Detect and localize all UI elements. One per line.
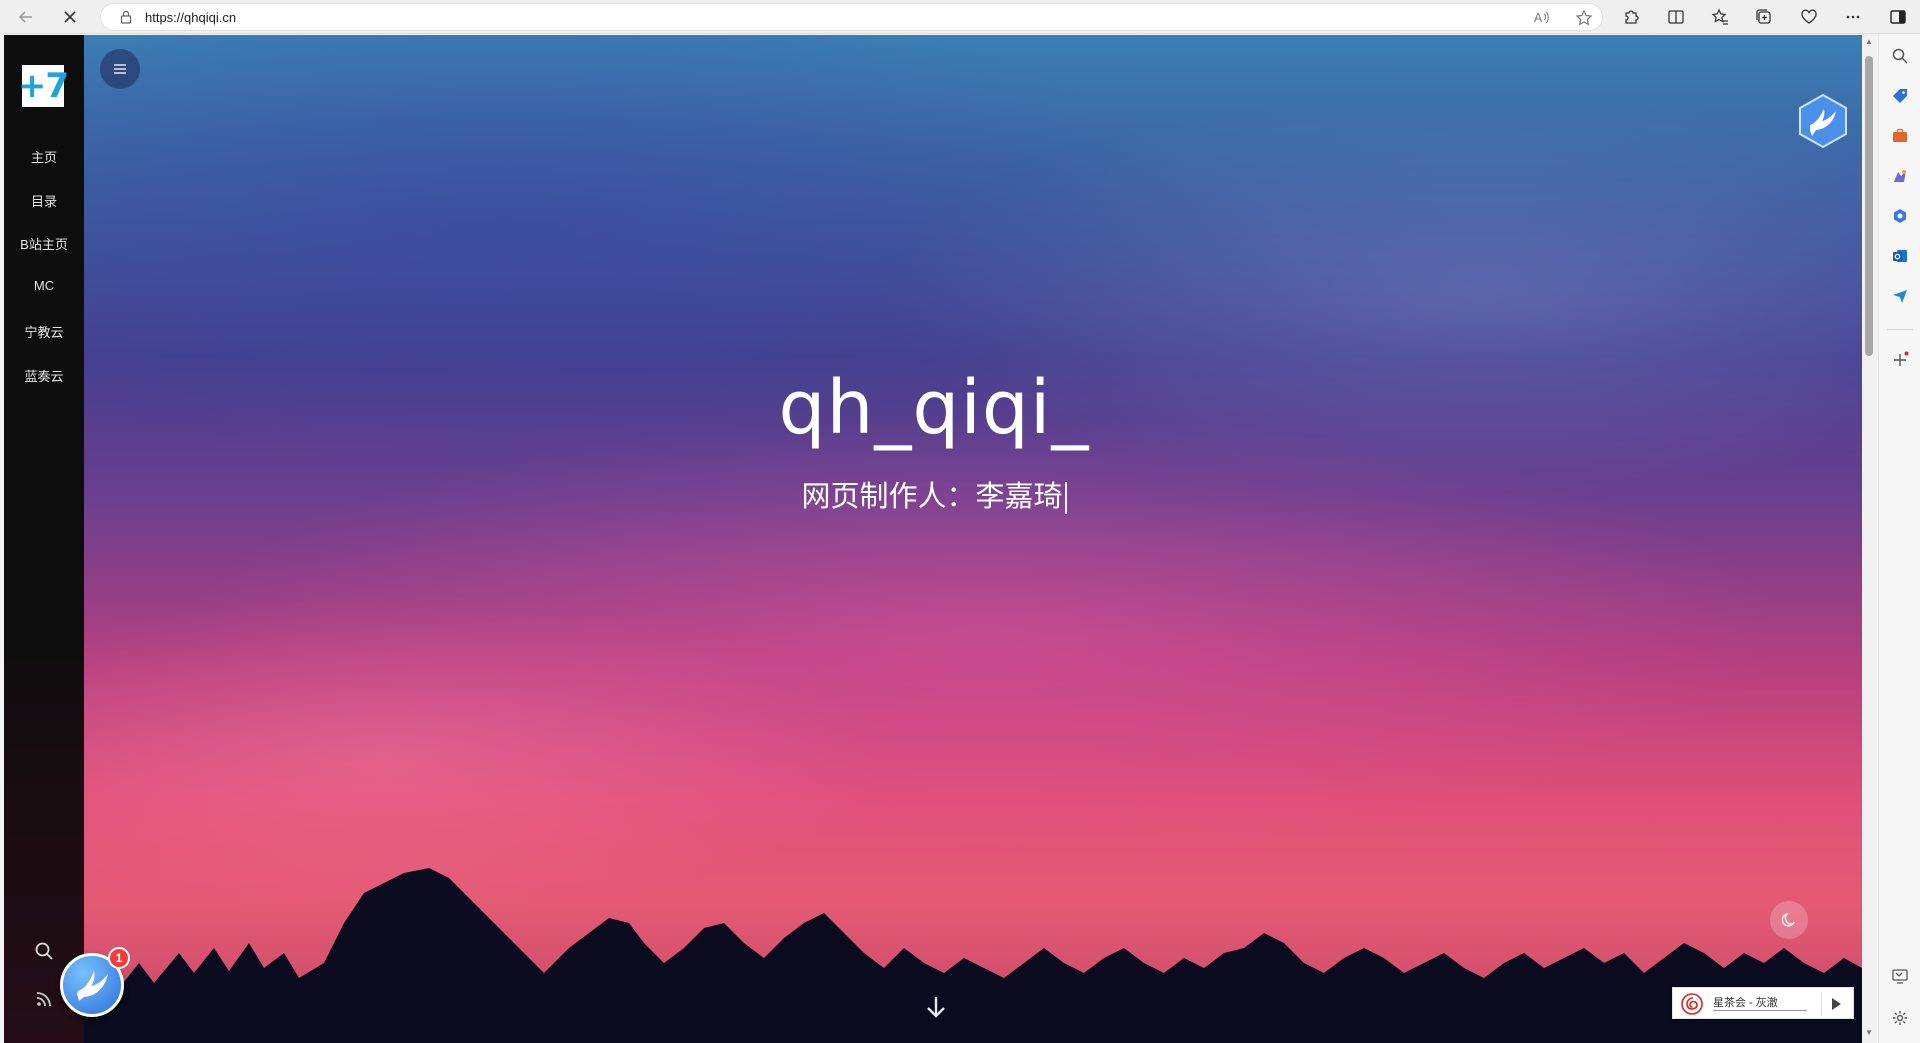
copilot-icon[interactable]: [1888, 204, 1912, 228]
page-viewport: +7 主页 目录 B站主页 MC 宁教云 蓝奏云 qh_qiqi_ 网页制作人：…: [4, 35, 1862, 1043]
rss-icon[interactable]: [32, 987, 56, 1011]
nav-item-catalog[interactable]: 目录: [4, 191, 84, 210]
heart-pulse-icon: [1801, 9, 1817, 24]
hamburger-icon: [114, 64, 126, 74]
scrollbar-thumb[interactable]: [1865, 56, 1873, 356]
sidebar-toggle-button[interactable]: [1884, 3, 1912, 31]
progress-line: [1713, 1010, 1807, 1011]
favorites-button[interactable]: [1706, 3, 1734, 31]
settings-gear-icon[interactable]: [1888, 1006, 1912, 1030]
back-button[interactable]: [12, 3, 40, 31]
site-logo[interactable]: +7: [18, 65, 69, 107]
typing-caret: [1064, 482, 1067, 514]
screenshot-icon[interactable]: [1888, 964, 1912, 988]
nav-item-mc[interactable]: MC: [4, 278, 84, 293]
tools-briefcase-icon[interactable]: [1888, 124, 1912, 148]
site-subtitle: 网页制作人：李嘉琦: [684, 473, 1184, 515]
dark-mode-toggle[interactable]: [1770, 901, 1808, 939]
more-menu-button[interactable]: [1839, 3, 1867, 31]
scroll-down-button[interactable]: [921, 992, 951, 1022]
svg-text:A: A: [1534, 11, 1543, 25]
play-button[interactable]: [1821, 992, 1849, 1016]
extensions-button[interactable]: [1617, 3, 1645, 31]
split-screen-button[interactable]: [1662, 3, 1690, 31]
page-scrollbar[interactable]: ▲ ▼: [1862, 34, 1876, 1043]
collections-icon: [1756, 9, 1771, 24]
subtitle-text: 网页制作人：李嘉琦: [801, 479, 1063, 513]
site-title: qh_qiqi_: [778, 365, 1090, 451]
split-screen-icon: [1668, 10, 1684, 24]
scroll-down-arrow-icon[interactable]: ▼: [1865, 1029, 1873, 1037]
left-navigation: +7 主页 目录 B站主页 MC 宁教云 蓝奏云: [4, 35, 84, 1043]
add-icon[interactable]: [1888, 348, 1912, 372]
nav-item-ningjiaoyun[interactable]: 宁教云: [4, 322, 84, 341]
nav-item-bilibili[interactable]: B站主页: [4, 234, 84, 253]
hex-bird-badge[interactable]: [1796, 93, 1850, 149]
browser-toolbar: https://qhqiqi.cn A: [0, 0, 1920, 34]
play-icon: [1831, 998, 1841, 1010]
stop-loading-button[interactable]: [56, 3, 84, 31]
send-icon[interactable]: [1888, 284, 1912, 308]
lock-icon[interactable]: [117, 8, 135, 26]
favorites-icon: [1711, 8, 1728, 25]
nav-item-lanzouyun[interactable]: 蓝奏云: [4, 366, 84, 385]
menu-toggle-button[interactable]: [100, 49, 140, 89]
search-icon[interactable]: [32, 939, 56, 963]
netease-music-icon: [1681, 993, 1703, 1015]
sidebar-toggle-icon: [1890, 10, 1906, 24]
browser-sidebar: [1878, 34, 1920, 1043]
notification-badge: 1: [108, 947, 130, 969]
music-player[interactable]: 星茶会 - 灰澈: [1672, 987, 1854, 1019]
collections-button[interactable]: [1750, 3, 1778, 31]
arrow-down-icon: [927, 997, 945, 1018]
address-bar[interactable]: https://qhqiqi.cn A: [100, 3, 1603, 31]
close-icon: [64, 11, 76, 23]
star-icon[interactable]: [1573, 7, 1595, 29]
song-title: 星茶会 - 灰澈: [1713, 997, 1778, 1009]
nav-item-home[interactable]: 主页: [4, 147, 84, 166]
games-icon[interactable]: [1888, 164, 1912, 188]
bird-icon: [77, 971, 108, 1001]
sidebar-divider: [1887, 329, 1913, 330]
browser-essentials-button[interactable]: [1795, 3, 1823, 31]
url-text[interactable]: https://qhqiqi.cn: [145, 10, 236, 25]
shopping-tag-icon[interactable]: [1888, 84, 1912, 108]
tree-silhouette: [84, 868, 1862, 1043]
arrow-left-icon: [18, 11, 32, 23]
search-icon[interactable]: [1888, 44, 1912, 68]
moon-icon: [1781, 912, 1795, 927]
scroll-up-arrow-icon[interactable]: ▲: [1865, 38, 1873, 46]
puzzle-icon: [1625, 10, 1639, 24]
read-aloud-icon[interactable]: A: [1531, 7, 1553, 29]
more-dots-icon: [1846, 15, 1860, 19]
outlook-icon[interactable]: [1888, 244, 1912, 268]
